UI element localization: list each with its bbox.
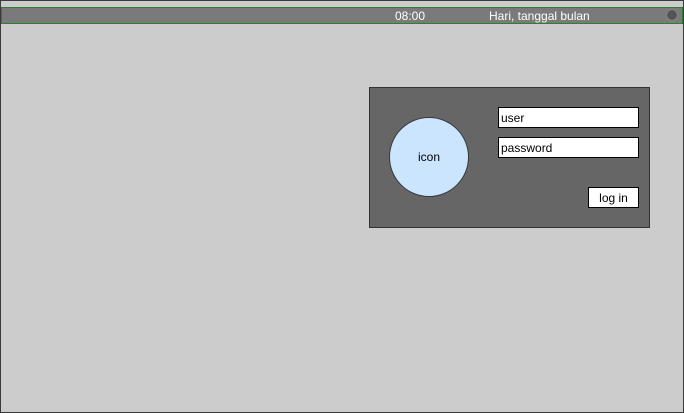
desktop-screen: 08:00 Hari, tanggal bulan icon log in (0, 0, 684, 413)
status-bar: 08:00 Hari, tanggal bulan (1, 7, 683, 24)
clock: 08:00 (395, 9, 426, 23)
username-input[interactable] (498, 107, 639, 128)
date-label: Hari, tanggal bulan (489, 9, 590, 23)
power-dot-icon[interactable] (666, 9, 678, 21)
login-button[interactable]: log in (588, 187, 639, 208)
login-panel: icon log in (369, 87, 650, 228)
avatar: icon (389, 117, 469, 197)
password-input[interactable] (498, 137, 639, 158)
avatar-label: icon (417, 150, 440, 164)
